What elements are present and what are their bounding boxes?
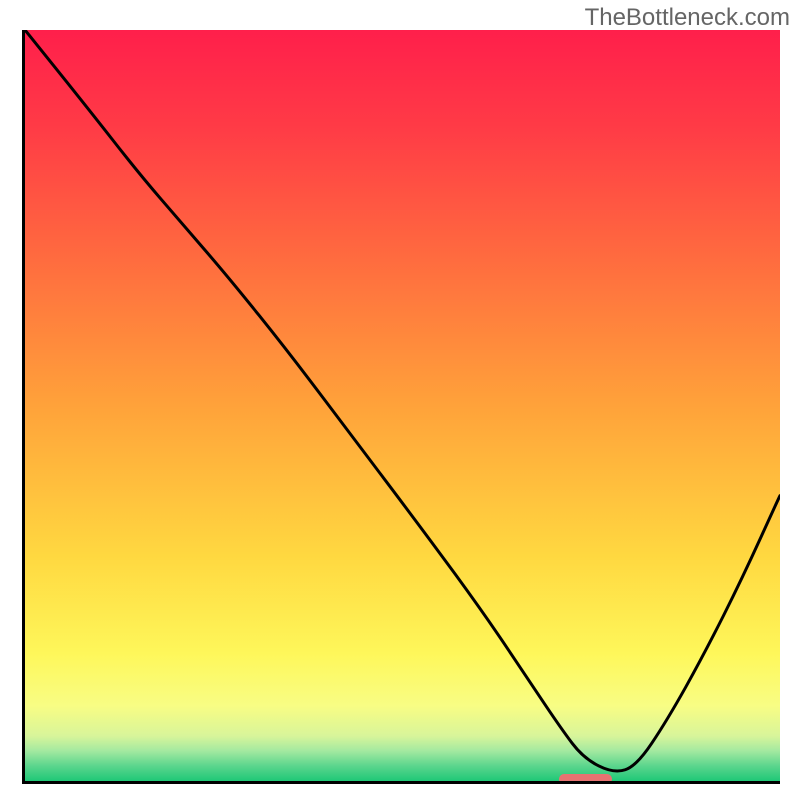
bottleneck-curve-svg [25,30,780,781]
plot-area [22,30,780,784]
optimal-range-marker [559,774,612,784]
bottleneck-curve-path [25,30,780,771]
watermark-text: TheBottleneck.com [585,4,790,32]
